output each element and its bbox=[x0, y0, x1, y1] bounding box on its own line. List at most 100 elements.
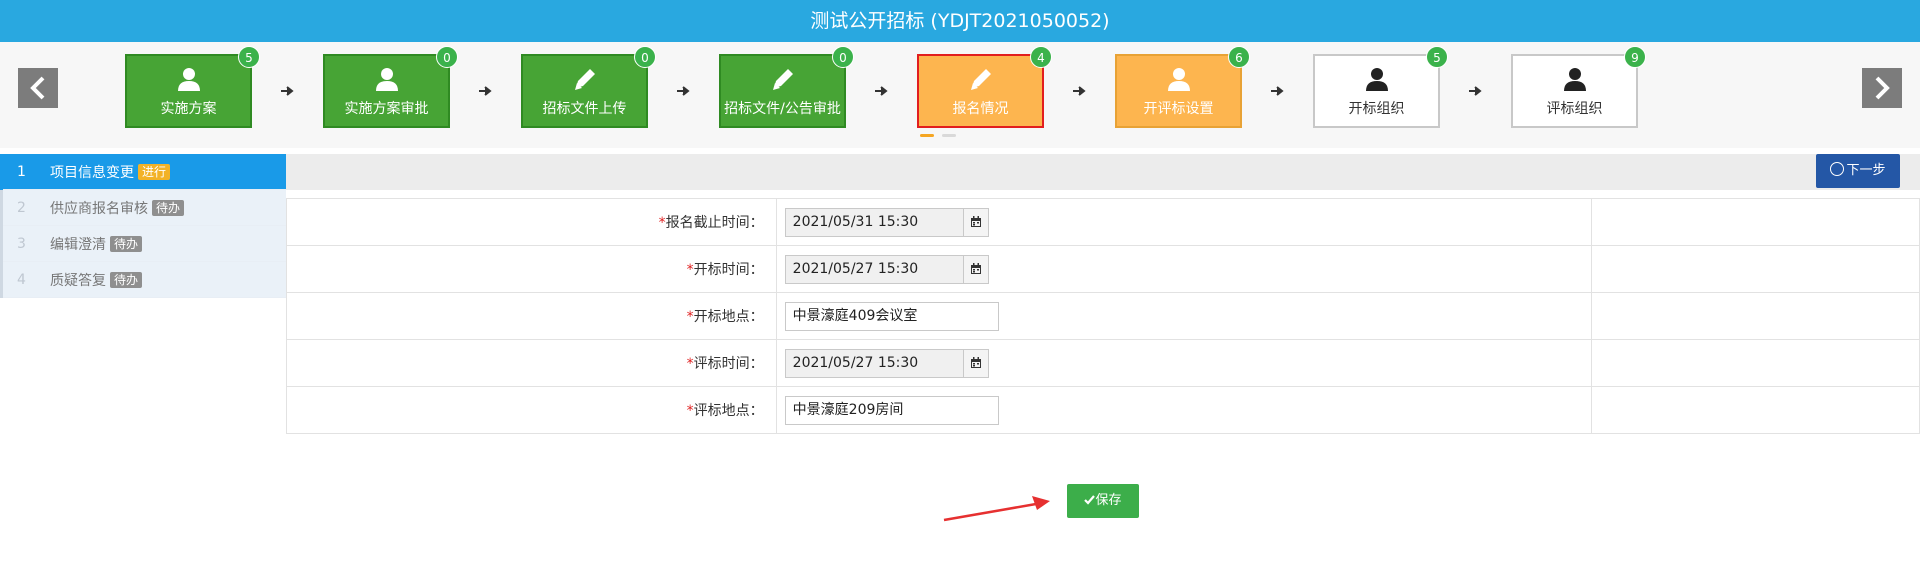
task-sidebar: 1 项目信息变更 进行 2 供应商报名审核 待办 3 编辑澄清 待办 4 质疑答… bbox=[0, 153, 286, 298]
sidebar-item-label: 供应商报名审核 bbox=[50, 200, 148, 217]
user-icon bbox=[1167, 68, 1190, 91]
calendar-button[interactable] bbox=[962, 349, 988, 377]
step-count-badge: 0 bbox=[436, 46, 458, 68]
chevron-right-icon bbox=[1875, 76, 1890, 100]
step-bid-evaluation-settings[interactable]: 开评标设置 6 bbox=[1115, 46, 1250, 128]
step-label: 实施方案审批 bbox=[344, 101, 429, 117]
user-icon bbox=[375, 68, 398, 91]
status-badge: 待办 bbox=[152, 199, 185, 216]
date-value: 2021/05/31 15:30 bbox=[792, 213, 919, 230]
arrow-right-icon bbox=[1469, 86, 1482, 96]
next-step-label: 下一步 bbox=[1846, 163, 1886, 178]
opening-time-field[interactable]: 2021/05/27 15:30 bbox=[784, 254, 989, 284]
check-icon bbox=[1084, 495, 1096, 505]
page-title: 测试公开招标 (YDJT2021050052) bbox=[0, 0, 1920, 42]
field-label: 评标地点： bbox=[693, 403, 764, 419]
save-label: 保存 bbox=[1095, 493, 1122, 508]
calendar-button[interactable] bbox=[962, 208, 988, 236]
workflow-steps: 实施方案 5 实施方案审批 0 招标文件上传 0 招标文件/公告审批 0 报名情… bbox=[0, 42, 1920, 148]
calendar-icon bbox=[970, 357, 981, 368]
calendar-icon bbox=[970, 263, 981, 274]
step-count-badge: 0 bbox=[634, 46, 656, 68]
required-mark: * bbox=[686, 403, 694, 419]
arrow-right-icon bbox=[875, 86, 888, 96]
date-value: 2021/05/27 15:30 bbox=[792, 260, 919, 277]
step-bid-evaluation[interactable]: 评标组织 9 bbox=[1511, 46, 1646, 128]
arrow-right-icon bbox=[479, 86, 492, 96]
step-tender-notice-approval[interactable]: 招标文件/公告审批 0 bbox=[719, 46, 854, 128]
form-toolbar bbox=[286, 154, 1920, 190]
form-row-evaluation-location: *评标地点： 中景濠庭209房间 bbox=[286, 386, 1920, 434]
status-badge: 待办 bbox=[110, 235, 143, 252]
step-count-badge: 4 bbox=[1030, 46, 1052, 68]
form-row-evaluation-time: *评标时间： 2021/05/27 15:30 bbox=[286, 339, 1920, 387]
pager-dot[interactable] bbox=[942, 134, 956, 137]
date-value: 2021/05/27 15:30 bbox=[792, 354, 919, 371]
step-label: 评标组织 bbox=[1546, 101, 1603, 117]
field-label: 开标时间： bbox=[693, 262, 764, 278]
pager-dot-active[interactable] bbox=[920, 134, 934, 137]
pencil-icon bbox=[772, 69, 793, 90]
evaluation-time-field[interactable]: 2021/05/27 15:30 bbox=[784, 348, 989, 378]
sidebar-item-label: 编辑澄清 bbox=[50, 236, 106, 253]
step-label: 报名情况 bbox=[952, 101, 1009, 117]
step-bid-opening[interactable]: 开标组织 5 bbox=[1313, 46, 1448, 128]
registration-deadline-field[interactable]: 2021/05/31 15:30 bbox=[784, 207, 989, 237]
sidebar-item-number: 3 bbox=[0, 225, 40, 262]
form-row-opening-location: *开标地点： 中景濠庭409会议室 bbox=[286, 292, 1920, 340]
user-icon bbox=[1365, 68, 1388, 91]
field-label: 评标时间： bbox=[693, 356, 764, 372]
sidebar-item-edit-clarification[interactable]: 3 编辑澄清 待办 bbox=[0, 225, 286, 262]
required-mark: * bbox=[686, 262, 694, 278]
required-mark: * bbox=[686, 356, 694, 372]
step-count-badge: 5 bbox=[238, 46, 260, 68]
step-label: 开评标设置 bbox=[1143, 101, 1214, 117]
annotation-arrow-icon bbox=[943, 496, 1050, 522]
sidebar-item-number: 1 bbox=[0, 153, 40, 190]
calendar-icon bbox=[970, 216, 981, 227]
step-implementation-plan[interactable]: 实施方案 5 bbox=[125, 46, 260, 128]
step-label: 招标文件上传 bbox=[542, 101, 627, 117]
pencil-icon bbox=[574, 69, 595, 90]
sidebar-item-project-change[interactable]: 1 项目信息变更 进行 bbox=[0, 153, 286, 190]
step-tender-doc-upload[interactable]: 招标文件上传 0 bbox=[521, 46, 656, 128]
next-step-button[interactable]: 下一步 bbox=[1816, 154, 1900, 188]
step-count-badge: 0 bbox=[832, 46, 854, 68]
step-label: 实施方案 bbox=[160, 101, 217, 117]
prev-steps-button[interactable] bbox=[18, 68, 58, 108]
sidebar-item-label: 项目信息变更 bbox=[50, 164, 134, 181]
evaluation-location-input[interactable]: 中景濠庭209房间 bbox=[784, 395, 999, 425]
arrow-right-icon bbox=[677, 86, 690, 96]
step-registration-status[interactable]: 报名情况 4 bbox=[917, 46, 1052, 128]
step-count-badge: 6 bbox=[1228, 46, 1250, 68]
status-badge: 待办 bbox=[110, 271, 143, 288]
sidebar-item-query-reply[interactable]: 4 质疑答复 待办 bbox=[0, 261, 286, 298]
sidebar-item-number: 4 bbox=[0, 261, 40, 298]
sidebar-item-supplier-review[interactable]: 2 供应商报名审核 待办 bbox=[0, 189, 286, 226]
user-icon bbox=[177, 68, 200, 91]
arrow-right-icon bbox=[1271, 86, 1284, 96]
field-label: 报名截止时间： bbox=[665, 215, 764, 231]
step-plan-approval[interactable]: 实施方案审批 0 bbox=[323, 46, 458, 128]
required-mark: * bbox=[686, 309, 694, 325]
status-badge: 进行 bbox=[138, 163, 171, 180]
field-label: 开标地点： bbox=[693, 309, 764, 325]
arrow-right-icon bbox=[1073, 86, 1086, 96]
opening-location-input[interactable]: 中景濠庭409会议室 bbox=[784, 301, 999, 331]
arrow-right-icon bbox=[281, 86, 294, 96]
pencil-icon bbox=[970, 69, 991, 90]
step-count-badge: 9 bbox=[1624, 46, 1646, 68]
calendar-button[interactable] bbox=[962, 255, 988, 283]
step-label: 开标组织 bbox=[1348, 101, 1405, 117]
required-mark: * bbox=[658, 215, 666, 231]
form-row-opening-time: *开标时间： 2021/05/27 15:30 bbox=[286, 245, 1920, 293]
step-label: 招标文件/公告审批 bbox=[724, 101, 841, 117]
chevron-left-icon bbox=[30, 76, 45, 100]
circle-arrow-right-icon bbox=[1830, 162, 1845, 176]
next-steps-button[interactable] bbox=[1862, 68, 1902, 108]
step-count-badge: 5 bbox=[1426, 46, 1448, 68]
save-button[interactable]: 保存 bbox=[1067, 484, 1139, 518]
sidebar-item-label: 质疑答复 bbox=[50, 272, 106, 289]
sidebar-item-number: 2 bbox=[0, 189, 40, 226]
project-info-form: *报名截止时间： 2021/05/31 15:30 *开标时间： 2021/05… bbox=[286, 198, 1920, 434]
